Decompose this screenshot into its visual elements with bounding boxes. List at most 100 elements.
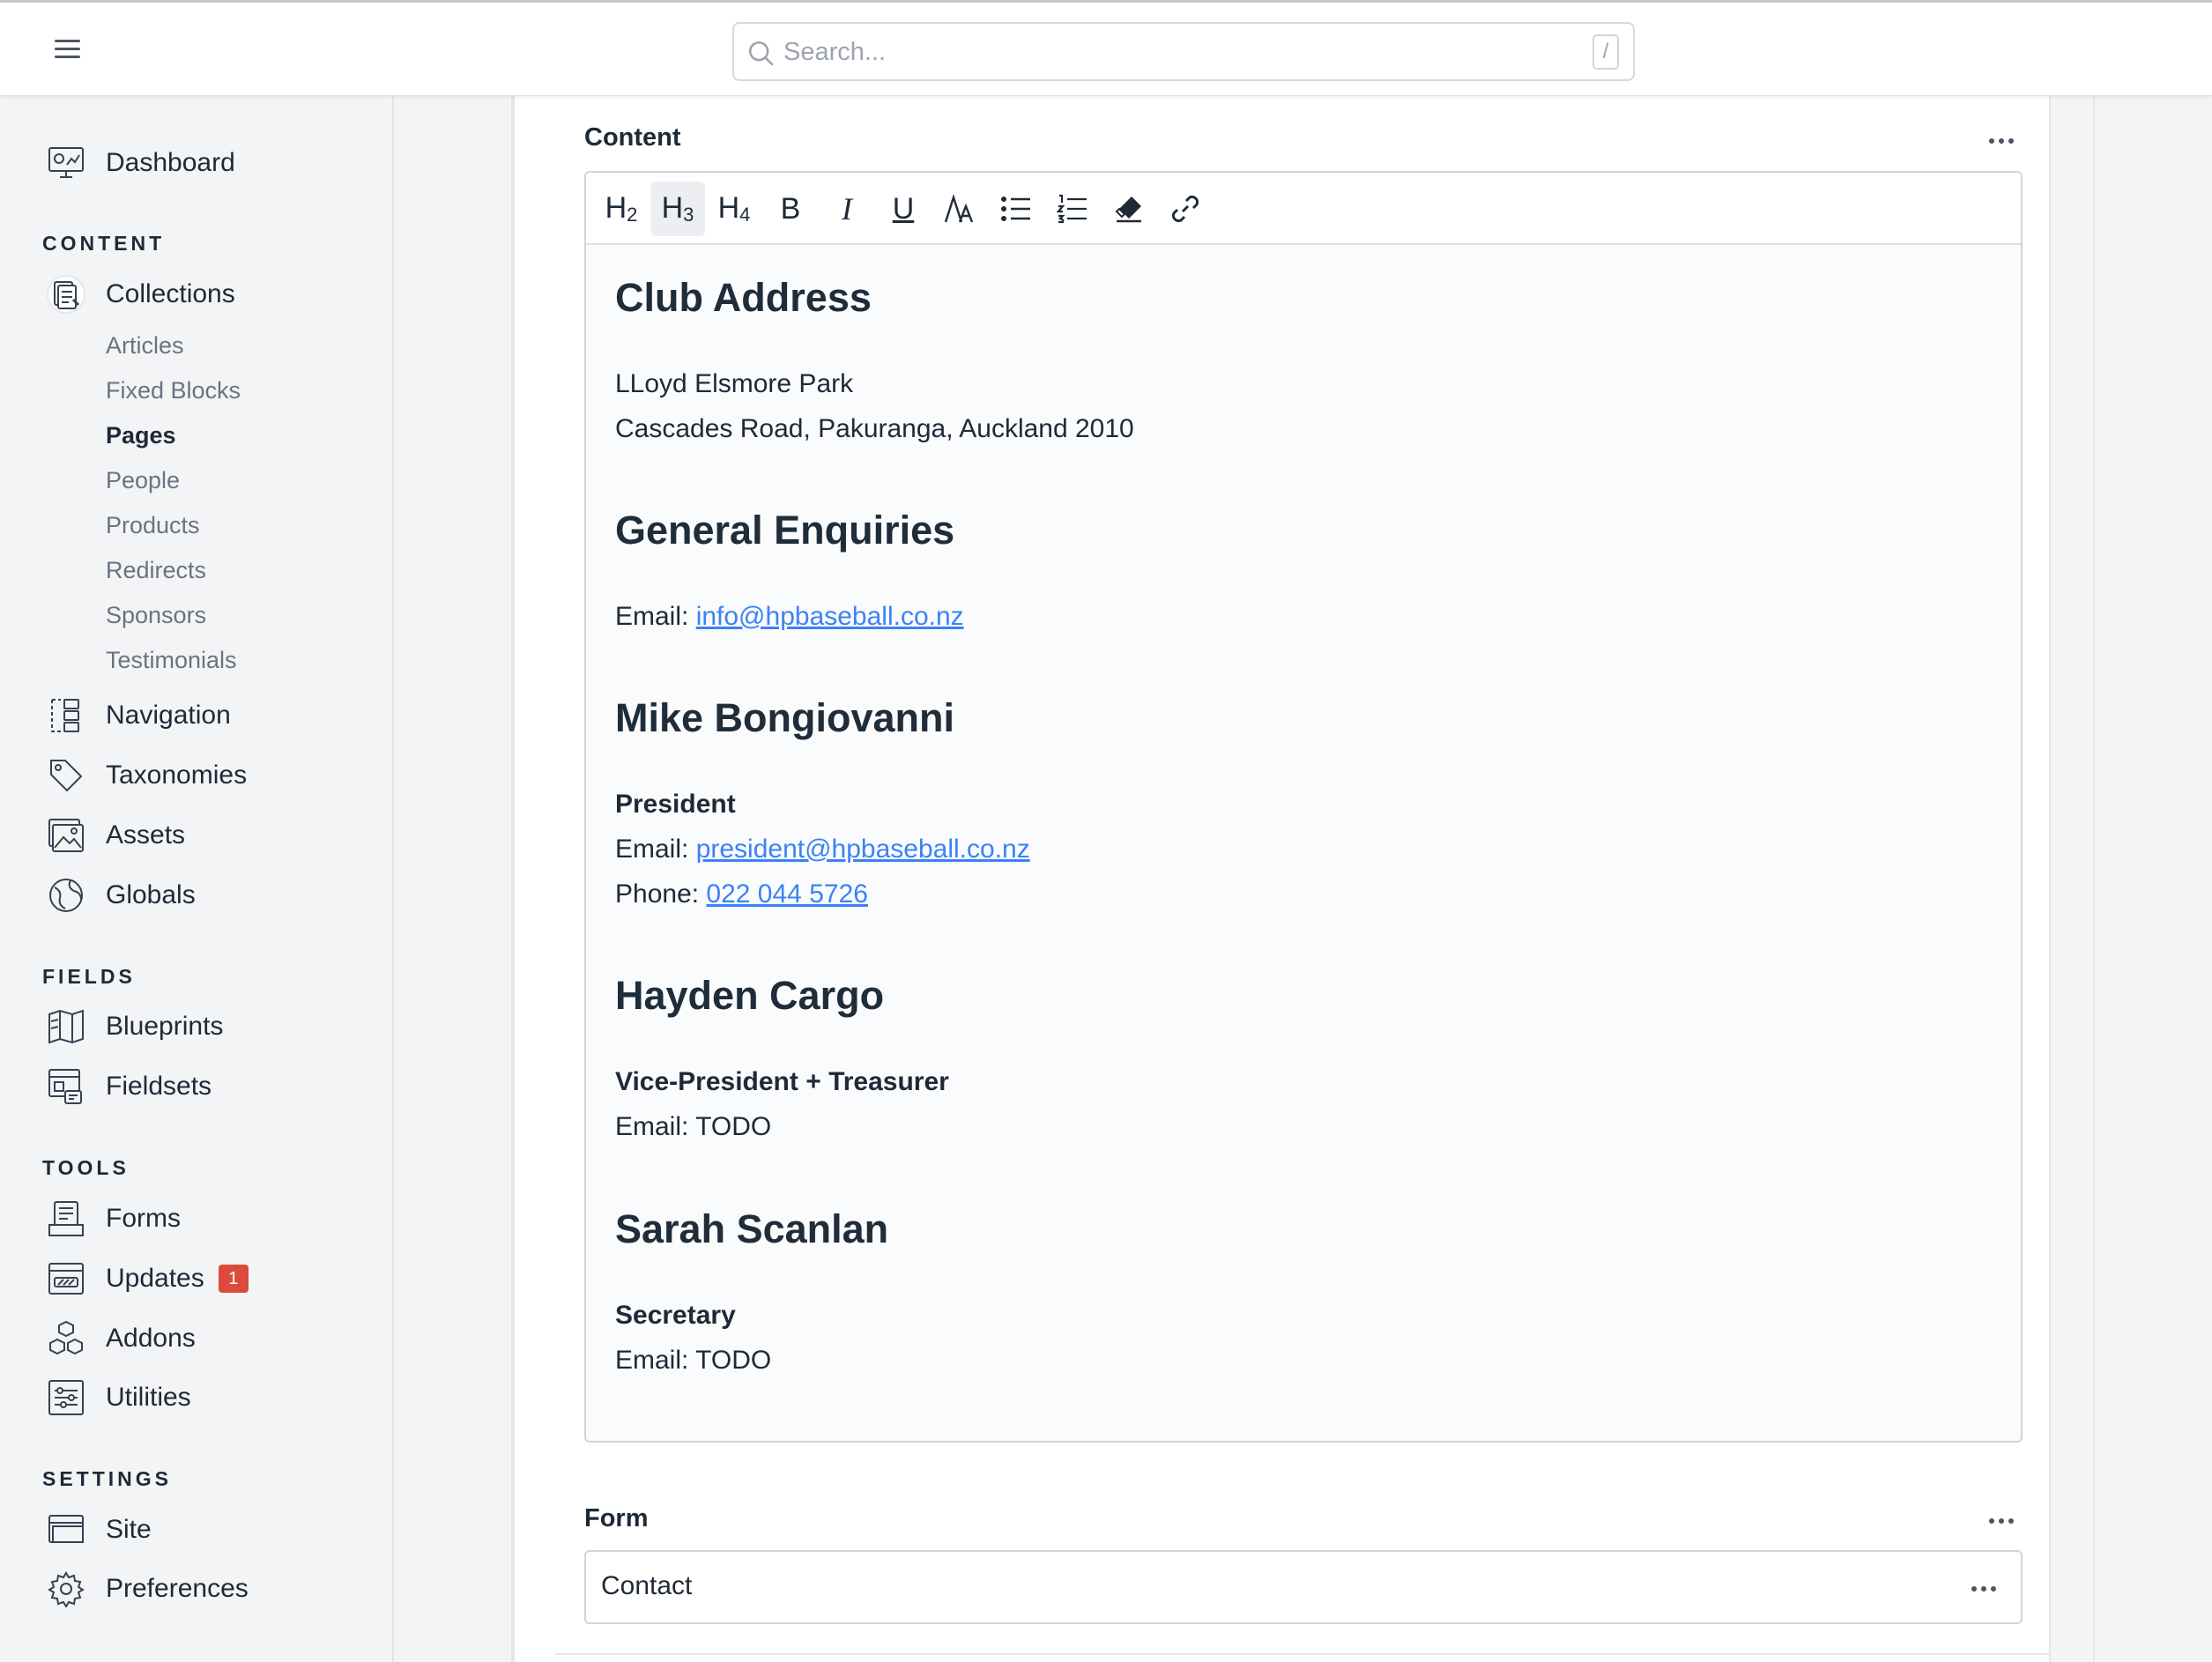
editor-toolbar: H2 H3 H4 B I U bbox=[586, 173, 2021, 245]
hayden-role-text: Vice-President + Treasurer bbox=[615, 1067, 949, 1096]
sidebar-item-taxonomies[interactable]: Taxonomies bbox=[46, 753, 247, 798]
mike-role: President bbox=[615, 787, 736, 822]
sidebar-subitem-pages[interactable]: Pages bbox=[106, 422, 176, 449]
sidebar-item-forms[interactable]: Forms bbox=[46, 1196, 181, 1242]
underline-button[interactable]: U bbox=[876, 182, 931, 236]
top-bar: / bbox=[0, 0, 2212, 96]
navigation-icon bbox=[46, 695, 86, 736]
italic-icon: I bbox=[842, 191, 852, 226]
sidebar-item-label: Assets bbox=[106, 820, 186, 850]
sidebar-item-site[interactable]: Site bbox=[46, 1507, 152, 1553]
sarah-role: Secretary bbox=[615, 1298, 736, 1333]
sidebar-item-collections[interactable]: Collections bbox=[46, 271, 235, 317]
sidebar-item-utilities[interactable]: Utilities bbox=[46, 1375, 191, 1421]
heading-3-button[interactable]: H3 bbox=[650, 182, 705, 236]
dashboard-icon bbox=[46, 143, 86, 183]
global-search[interactable]: / bbox=[732, 22, 1635, 81]
sidebar: Dashboard CONTENT Collections Articles F… bbox=[0, 96, 394, 1662]
bold-icon: B bbox=[780, 191, 801, 226]
eraser-icon bbox=[1115, 197, 1141, 223]
updates-count-badge: 1 bbox=[218, 1265, 249, 1293]
link-icon bbox=[1171, 195, 1199, 223]
email-label: Email: bbox=[615, 602, 696, 631]
sidebar-item-globals[interactable]: Globals bbox=[46, 872, 196, 918]
mike-role-text: President bbox=[615, 790, 736, 819]
bard-editor[interactable]: H2 H3 H4 B I U Club Address LLoyd Elsmor… bbox=[584, 171, 2023, 1443]
clear-formatting-button[interactable] bbox=[1102, 182, 1156, 236]
form-relationship-select[interactable]: Contact bbox=[584, 1550, 2023, 1624]
sidebar-subitem-sponsors[interactable]: Sponsors bbox=[106, 602, 206, 629]
section-title-content: CONTENT bbox=[42, 232, 166, 255]
search-icon bbox=[748, 41, 774, 66]
sidebar-item-label: Updates bbox=[106, 1264, 204, 1293]
blueprint-map-icon bbox=[46, 1006, 86, 1047]
image-icon bbox=[46, 815, 86, 856]
card-divider bbox=[555, 1653, 2051, 1655]
sarah-email-line: Email: TODO bbox=[615, 1346, 772, 1375]
ordered-list-icon bbox=[1057, 194, 1087, 224]
mike-phone-line: Phone: 022 044 5726 bbox=[615, 877, 868, 912]
sidebar-subitem-fixed-blocks[interactable]: Fixed Blocks bbox=[106, 377, 241, 404]
heading-2-button[interactable]: H2 bbox=[594, 182, 649, 236]
sidebar-item-label: Navigation bbox=[106, 701, 231, 730]
sidebar-subitem-articles[interactable]: Articles bbox=[106, 332, 184, 360]
section-title-fields: FIELDS bbox=[42, 965, 136, 988]
underline-icon: U bbox=[892, 191, 915, 226]
text-size-icon bbox=[944, 194, 974, 223]
sidebar-item-assets[interactable]: Assets bbox=[46, 812, 185, 858]
hamburger-menu-icon[interactable] bbox=[55, 40, 86, 63]
main-gutter-left bbox=[396, 96, 513, 1662]
sidebar-item-label: Blueprints bbox=[106, 1012, 224, 1041]
sidebar-subitem-people[interactable]: People bbox=[106, 467, 180, 494]
sidebar-item-label: Globals bbox=[106, 880, 196, 909]
general-email-link[interactable]: info@hpbaseball.co.nz bbox=[696, 602, 964, 631]
sidebar-subitem-redirects[interactable]: Redirects bbox=[106, 557, 206, 584]
tag-icon bbox=[46, 755, 86, 796]
search-input[interactable] bbox=[783, 31, 1559, 73]
small-caps-button[interactable] bbox=[932, 182, 987, 236]
fieldset-icon bbox=[46, 1066, 86, 1107]
section-title-settings: SETTINGS bbox=[42, 1467, 173, 1490]
bullet-list-button[interactable] bbox=[989, 182, 1043, 236]
sidebar-subitem-products[interactable]: Products bbox=[106, 512, 200, 539]
form-item-actions-icon[interactable] bbox=[1966, 1580, 2001, 1598]
updates-icon bbox=[46, 1258, 86, 1299]
ordered-list-button[interactable] bbox=[1045, 182, 1100, 236]
heading-4-level: 4 bbox=[739, 204, 751, 226]
sidebar-item-label: Addons bbox=[106, 1324, 196, 1353]
club-address-line-1: LLoyd Elsmore Park bbox=[615, 369, 854, 398]
sidebar-item-dashboard[interactable]: Dashboard bbox=[46, 140, 235, 186]
form-icon bbox=[46, 1198, 86, 1239]
email-label: Email: bbox=[615, 835, 696, 864]
sidebar-item-navigation[interactable]: Navigation bbox=[46, 693, 231, 738]
heading-club-address: Club Address bbox=[615, 275, 872, 320]
cubes-icon bbox=[46, 1318, 86, 1359]
mike-email-line: Email: president@hpbaseball.co.nz bbox=[615, 832, 1030, 867]
heading-mike-bongiovanni: Mike Bongiovanni bbox=[615, 695, 955, 740]
content-field-label: Content bbox=[584, 123, 681, 152]
heading-2-level: 2 bbox=[627, 204, 638, 226]
heading-4-button[interactable]: H4 bbox=[707, 182, 761, 236]
sidebar-item-label: Dashboard bbox=[106, 148, 235, 177]
main-gutter-right bbox=[2051, 96, 2095, 1662]
link-button[interactable] bbox=[1158, 182, 1213, 236]
heading-3-label: H bbox=[661, 191, 684, 225]
sidebar-item-label: Utilities bbox=[106, 1383, 191, 1412]
sidebar-item-updates[interactable]: Updates 1 bbox=[46, 1256, 249, 1302]
sidebar-item-addons[interactable]: Addons bbox=[46, 1316, 196, 1362]
heading-sarah-scanlan: Sarah Scanlan bbox=[615, 1206, 889, 1251]
mike-phone-link[interactable]: 022 044 5726 bbox=[706, 879, 868, 909]
sidebar-item-blueprints[interactable]: Blueprints bbox=[46, 1004, 223, 1050]
mike-email-link[interactable]: president@hpbaseball.co.nz bbox=[696, 835, 1030, 864]
italic-button[interactable]: I bbox=[820, 182, 874, 236]
browser-window-icon bbox=[46, 1510, 86, 1550]
sidebar-item-label: Taxonomies bbox=[106, 761, 248, 790]
heading-3-level: 3 bbox=[683, 204, 694, 226]
sidebar-item-preferences[interactable]: Preferences bbox=[46, 1566, 249, 1612]
content-field-actions-icon[interactable] bbox=[1984, 132, 2019, 150]
form-field-actions-icon[interactable] bbox=[1984, 1512, 2019, 1530]
sidebar-item-fieldsets[interactable]: Fieldsets bbox=[46, 1064, 212, 1109]
sidebar-subitem-testimonials[interactable]: Testimonials bbox=[106, 647, 237, 674]
bold-button[interactable]: B bbox=[763, 182, 818, 236]
heading-hayden-cargo: Hayden Cargo bbox=[615, 973, 885, 1018]
